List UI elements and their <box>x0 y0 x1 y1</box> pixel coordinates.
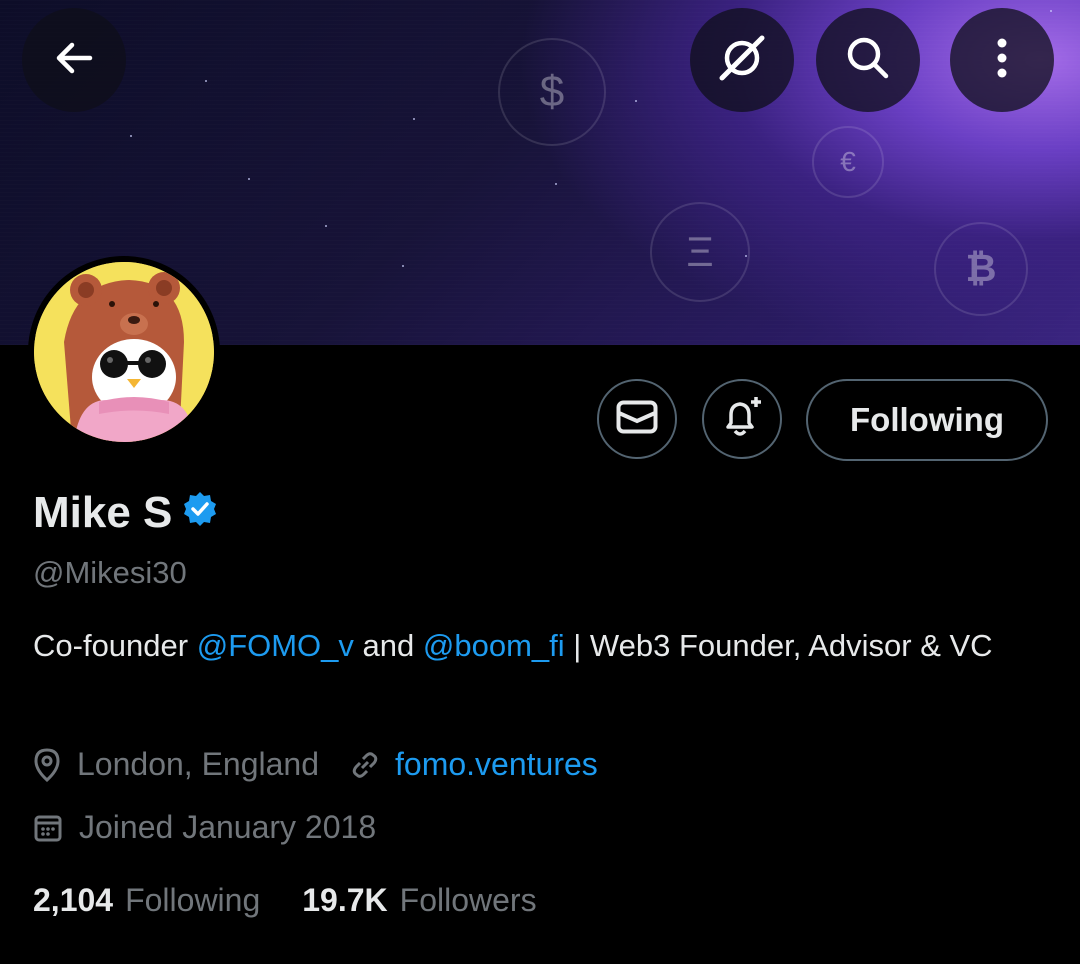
followers-count: 19.7K <box>302 882 388 918</box>
link-icon <box>349 749 381 781</box>
profile-meta-row: London, England fomo.ventures <box>33 746 598 783</box>
search-icon <box>842 32 894 89</box>
coin-symbol: $ <box>539 67 565 116</box>
following-count: 2,104 <box>33 882 114 918</box>
usd-coin-icon: $ <box>498 38 606 146</box>
following-stat-link[interactable]: 2,104 Following <box>33 882 260 919</box>
following-label: Following <box>125 882 261 918</box>
followers-stat-link[interactable]: 19.7K Followers <box>302 882 536 919</box>
ethereum-coin-icon: Ξ <box>650 202 750 302</box>
grok-button[interactable] <box>690 8 794 112</box>
bio-mention-link[interactable]: @boom_fi <box>423 628 565 663</box>
avatar-image <box>34 262 214 442</box>
grok-icon <box>715 31 769 90</box>
bio-mention-link[interactable]: @FOMO_v <box>197 628 354 663</box>
envelope-icon <box>616 400 658 439</box>
coin-symbol: € <box>840 146 856 177</box>
profile-name-row: Mike S <box>33 488 218 538</box>
followers-label: Followers <box>399 882 537 918</box>
following-button[interactable]: Following <box>806 379 1048 461</box>
message-button[interactable] <box>597 379 677 459</box>
bell-plus-icon <box>718 393 766 446</box>
arrow-left-icon <box>50 34 98 87</box>
verified-badge-icon[interactable] <box>182 488 218 538</box>
bio-text: Co-founder <box>33 628 197 663</box>
back-button[interactable] <box>22 8 126 112</box>
profile-avatar[interactable] <box>28 256 220 448</box>
euro-coin-icon: € <box>812 126 884 198</box>
profile-location: London, England <box>77 746 319 782</box>
profile-joined-date: Joined January 2018 <box>79 809 377 845</box>
more-options-button[interactable] <box>950 8 1054 112</box>
calendar-icon <box>33 813 63 843</box>
bitcoin-coin-icon: ₿ <box>934 222 1028 316</box>
profile-website-link[interactable]: fomo.ventures <box>395 746 598 783</box>
location-pin-icon <box>33 747 61 782</box>
coin-symbol: Ξ <box>686 228 714 275</box>
notifications-button[interactable] <box>702 379 782 459</box>
profile-joined-row: Joined January 2018 <box>33 809 376 846</box>
bio-text: | Web3 Founder, Advisor & VC <box>564 628 993 663</box>
profile-bio: Co-founder @FOMO_v and @boom_fi | Web3 F… <box>33 624 1043 668</box>
more-vertical-icon <box>992 34 1012 87</box>
bio-text: and <box>353 628 423 663</box>
following-button-label: Following <box>850 401 1004 438</box>
profile-name: Mike S <box>33 488 173 537</box>
profile-stats: 2,104 Following 19.7K Followers <box>33 882 537 919</box>
profile-handle: @Mikesi30 <box>33 555 187 590</box>
coin-symbol: ₿ <box>965 247 997 290</box>
search-button[interactable] <box>816 8 920 112</box>
